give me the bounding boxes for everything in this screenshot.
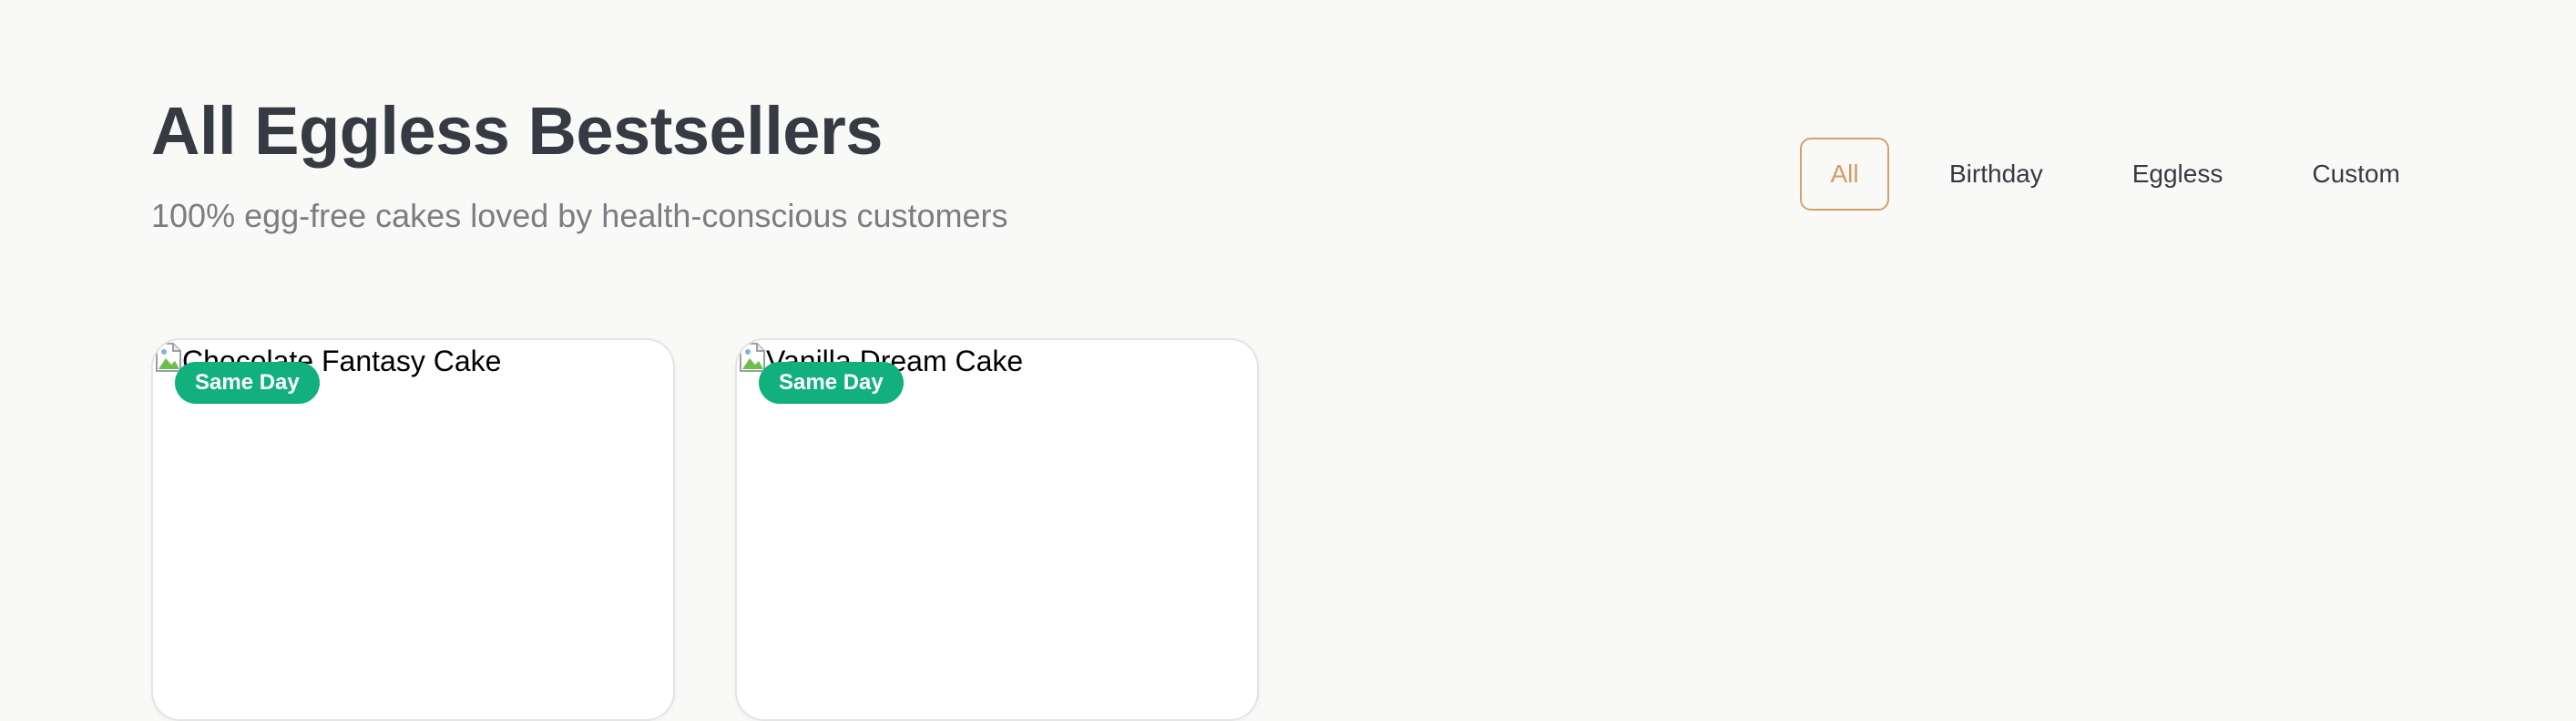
same-day-badge: Same Day [759,362,904,404]
filter-eggless-button[interactable]: Eggless [2103,138,2253,211]
product-card[interactable]: Vanilla Dream Cake Same Day [735,338,1259,721]
section-header: All Eggless Bestsellers 100% egg-free ca… [151,91,1008,235]
filter-birthday-button[interactable]: Birthday [1920,138,2072,211]
category-filters: All Birthday Eggless Custom [1800,138,2429,211]
filter-custom-button[interactable]: Custom [2283,138,2428,211]
broken-image-icon [740,343,765,372]
page-subtitle: 100% egg-free cakes loved by health-cons… [151,196,1008,234]
same-day-badge: Same Day [175,362,320,404]
filter-all-button[interactable]: All [1800,138,1889,211]
product-card[interactable]: Chocolate Fantasy Cake Same Day [151,338,675,721]
broken-image-icon [156,343,181,372]
page-title: All Eggless Bestsellers [151,93,883,169]
